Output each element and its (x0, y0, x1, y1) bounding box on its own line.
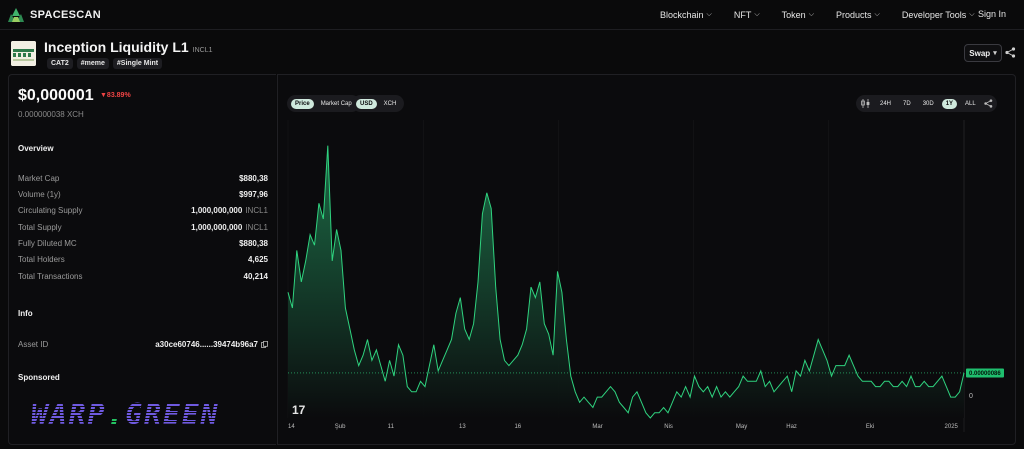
sponsor-text-b: GREEN (125, 398, 220, 431)
stat-unit: INCL1 (245, 206, 268, 215)
token-logo (11, 41, 36, 66)
stat-value: 1,000,000,000 (191, 223, 243, 232)
sponsor-text-dot: . (106, 398, 126, 431)
nav-developer-tools-label: Developer Tools (901, 10, 967, 20)
token-logo-image (11, 41, 36, 66)
info-heading: Info (18, 309, 33, 318)
y-tick-label: 0 (969, 393, 973, 400)
price-chart-panel: Price Market Cap USD XCH 24H 7D 30D 1Y A… (277, 74, 1016, 445)
stat-row-volume: Volume (1y) $997,96 (18, 190, 268, 199)
spacescan-logo-icon (8, 7, 24, 22)
tradingview-watermark-icon: 17 (292, 403, 306, 417)
asset-id-label: Asset ID (18, 340, 49, 349)
copy-icon[interactable] (261, 341, 268, 348)
nav-developer-tools[interactable]: Developer Tools ⌵ (902, 10, 975, 20)
tag-cat2[interactable]: CAT2 (47, 58, 73, 69)
token-name: Inception Liquidity L1 (44, 39, 189, 55)
token-tags: CAT2 #meme #Single Mint (47, 58, 163, 69)
nav-products-label: Products (836, 10, 872, 20)
top-navigation-bar: SPACESCAN Blockchain ⌵ NFT ⌵ Token ⌵ Produc… (0, 0, 1024, 30)
stat-label: Total Holders (18, 255, 65, 264)
sign-in-link[interactable]: Sign In (978, 9, 1006, 19)
stat-value-group: 1,000,000,000 INCL1 (191, 206, 268, 215)
stat-value-group: 1,000,000,000 INCL1 (191, 223, 268, 232)
token-price-usd: $0,000001 (18, 87, 94, 104)
stat-label: Volume (1y) (18, 190, 61, 199)
stat-label: Fully Diluted MC (18, 239, 77, 248)
x-axis-ticks: 14 Şub 11 13 16 Mar Nis May Haz Eki 2025 (288, 424, 959, 430)
brand-name: SPACESCAN (30, 8, 101, 21)
stat-label: Total Transactions (18, 272, 83, 281)
sponsor-warp-green-banner[interactable]: WARP.GREEN (31, 398, 220, 431)
x-tick-label: 16 (514, 424, 521, 430)
share-icon[interactable] (1005, 47, 1016, 58)
asset-id-row: Asset ID a30ce60746......39474b96a7 (18, 340, 268, 349)
sponsor-text-a: WARP (31, 398, 107, 431)
asset-id-value[interactable]: a30ce60746......39474b96a7 (155, 340, 258, 349)
stat-row-total-supply: Total Supply 1,000,000,000 INCL1 (18, 223, 268, 232)
stat-row-market-cap: Market Cap $880,38 (18, 174, 268, 183)
price-area-chart[interactable]: 0.00000086 0 17 14 Şub 11 13 16 Mar Nis May Haz E… (278, 75, 1017, 446)
x-tick-label: Şub (335, 424, 346, 430)
chevron-down-icon: ⌵ (808, 11, 814, 18)
nav-nft[interactable]: NFT ⌵ (734, 10, 760, 20)
nav-blockchain-label: Blockchain (660, 10, 704, 20)
caret-down-icon: ▾ (993, 50, 997, 57)
stat-row-total-holders: Total Holders 4,625 (18, 255, 268, 264)
brand-logo-link[interactable]: SPACESCAN (8, 7, 101, 22)
price-change-badge: ▼83.89% (100, 92, 131, 99)
x-tick-label: Haz (786, 424, 797, 430)
token-title: Inception Liquidity L1 INCL1 (44, 39, 213, 55)
swap-button[interactable]: Swap ▾ (964, 44, 1002, 62)
stat-value: 1,000,000,000 (191, 206, 243, 215)
token-price-xch: 0.000000038 XCH (18, 110, 84, 119)
token-stats-panel: $0,000001 ▼83.89% 0.000000038 XCH Overvi… (8, 74, 276, 445)
stat-unit: INCL1 (245, 223, 268, 232)
nav-blockchain[interactable]: Blockchain ⌵ (660, 10, 712, 20)
x-tick-label: Eki (866, 424, 874, 430)
stat-label: Total Supply (18, 223, 62, 232)
chevron-down-icon: ⌵ (969, 11, 975, 18)
x-tick-label: May (736, 424, 747, 430)
x-tick-label: 14 (288, 424, 295, 430)
asset-id-group: a30ce60746......39474b96a7 (155, 340, 268, 349)
tag-meme[interactable]: #meme (76, 58, 109, 69)
x-tick-label: Mar (592, 424, 602, 430)
swap-label: Swap (969, 48, 991, 58)
nav-token-label: Token (781, 10, 806, 20)
nav-token[interactable]: Token ⌵ (782, 10, 814, 20)
token-ticker: INCL1 (192, 47, 213, 54)
x-tick-label: 11 (388, 424, 395, 430)
nav-products[interactable]: Products ⌵ (836, 10, 880, 20)
x-tick-label: 2025 (945, 424, 959, 430)
overview-heading: Overview (18, 144, 54, 153)
main-nav: Blockchain ⌵ NFT ⌵ Token ⌵ Products ⌵ Develo… (660, 0, 997, 30)
stat-value: $997,96 (239, 190, 268, 199)
x-tick-label: 13 (459, 424, 466, 430)
nav-nft-label: NFT (733, 10, 752, 20)
stat-value: $880,38 (239, 174, 268, 183)
chevron-down-icon: ⌵ (874, 11, 880, 18)
token-header: Inception Liquidity L1 INCL1 CAT2 #meme #… (0, 31, 1024, 71)
sponsored-heading: Sponsored (18, 373, 60, 382)
stat-value: 4,625 (247, 255, 268, 264)
stat-row-total-transactions: Total Transactions 40,214 (18, 272, 268, 281)
chevron-down-icon: ⌵ (754, 11, 760, 18)
stat-row-fully-diluted-mc: Fully Diluted MC $880,38 (18, 239, 268, 248)
price-area-fill (288, 145, 964, 418)
chevron-down-icon: ⌵ (706, 11, 712, 18)
stat-label: Circulating Supply (18, 206, 83, 215)
stat-value: 40,214 (243, 272, 268, 281)
current-price-badge: 0.00000086 (966, 368, 1004, 378)
current-price-label: 0.00000086 (969, 371, 1001, 377)
stat-row-circulating-supply: Circulating Supply 1,000,000,000 INCL1 (18, 206, 268, 215)
x-tick-label: Nis (664, 424, 673, 430)
stat-label: Market Cap (18, 174, 60, 183)
stat-value: $880,38 (239, 239, 268, 248)
tag-single-mint[interactable]: #Single Mint (112, 58, 163, 69)
